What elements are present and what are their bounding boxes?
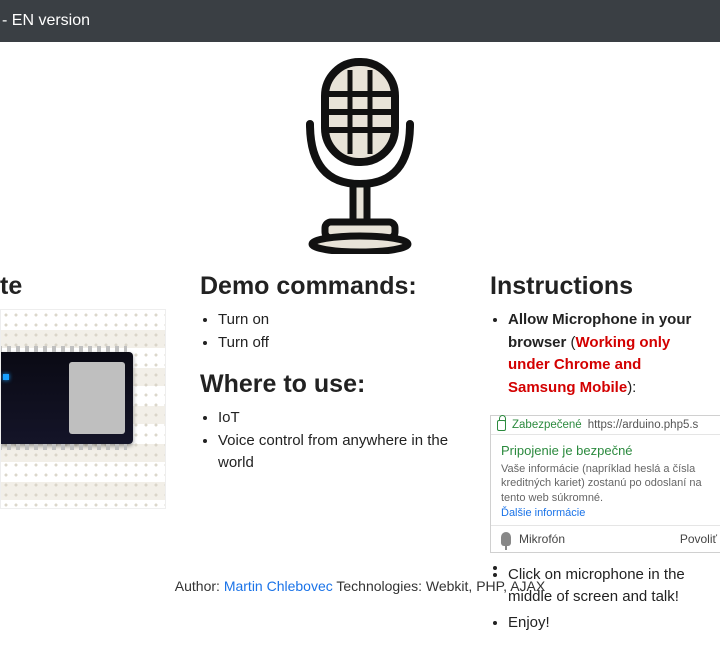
instructions-list: Allow Microphone in your browser (Workin… <box>490 309 710 399</box>
hardware-heading: te <box>0 272 160 301</box>
microphone-icon[interactable] <box>280 54 440 254</box>
author-label: Author: <box>175 578 224 594</box>
hero <box>0 42 720 262</box>
permission-body: Pripojenie je bezpečné Vaše informácie (… <box>491 435 720 525</box>
board-photo <box>0 309 166 509</box>
top-bar: - EN version <box>0 0 720 42</box>
footer: Author: Martin Chlebovec Technologies: W… <box>0 578 720 594</box>
url-text: https://arduino.php5.s <box>588 419 699 431</box>
instructions-list-2: Click on microphone in the middle of scr… <box>490 557 710 635</box>
demo-commands-heading: Demo commands: <box>200 272 460 301</box>
nodemcu-chip <box>0 352 133 444</box>
connection-title: Pripojenie je bezpečné <box>501 443 717 458</box>
mic-label: Mikrofón <box>519 532 565 546</box>
connection-desc: Vaše informácie (napríklad heslá a čísla… <box>501 462 717 505</box>
demo-commands-list: Turn on Turn off <box>200 309 460 354</box>
list-item: Turn on <box>218 309 460 332</box>
where-to-use-heading: Where to use: <box>200 370 460 399</box>
list-item: IoT <box>218 407 460 430</box>
page-title: - EN version <box>2 12 90 30</box>
secure-label: Zabezpečené <box>512 419 582 431</box>
where-to-use-list: IoT Voice control from anywhere in the w… <box>200 407 460 475</box>
list-item: Turn off <box>218 332 460 355</box>
more-info-link[interactable]: Ďalšie informácie <box>501 507 717 519</box>
paren-close: ): <box>627 379 636 396</box>
lock-icon <box>497 420 506 431</box>
mic-small-icon <box>501 532 511 546</box>
instructions-heading: Instructions <box>490 272 710 301</box>
list-item: Voice control from anywhere in the world <box>218 430 460 475</box>
instruction-bullet-placeholder <box>508 557 710 561</box>
instruction-step-allow: Allow Microphone in your browser (Workin… <box>508 309 710 399</box>
tech-text: Technologies: Webkit, PHP, AJAX <box>333 578 545 594</box>
instruction-step-enjoy: Enjoy! <box>508 612 710 635</box>
author-link[interactable]: Martin Chlebovec <box>224 578 333 594</box>
address-bar: Zabezpečené https://arduino.php5.s <box>491 416 720 435</box>
allow-button[interactable]: Povoliť <box>680 532 717 546</box>
permission-popup: Zabezpečené https://arduino.php5.s Pripo… <box>490 415 720 553</box>
mic-permission-row: Mikrofón Povoliť <box>491 525 720 552</box>
